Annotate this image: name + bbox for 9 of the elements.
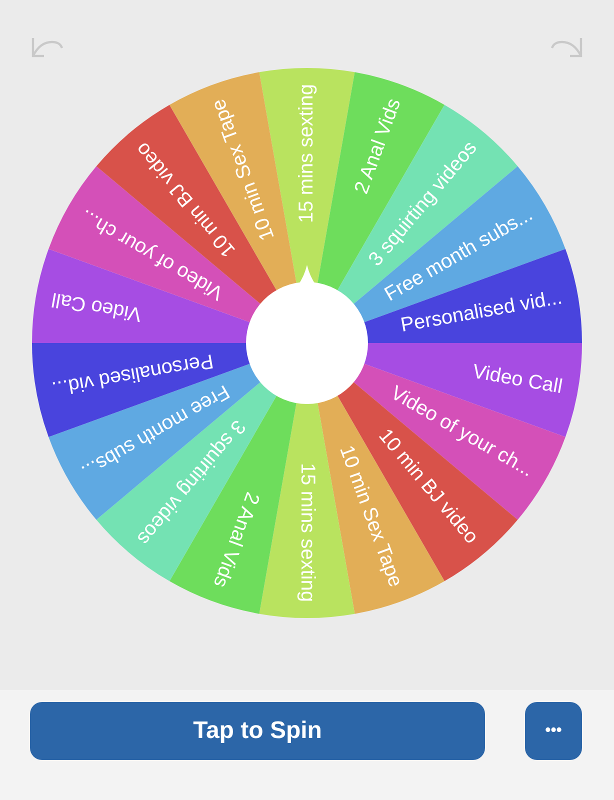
segment-label: 15 mins sexting xyxy=(295,84,318,223)
segment-label: 2 Anal Vids xyxy=(350,96,406,197)
segment-label: 15 mins sexting xyxy=(296,463,319,602)
segment-label: Video Call xyxy=(50,288,144,326)
segment-label: 2 Anal Vids xyxy=(208,489,264,590)
segment-label: Video Call xyxy=(470,360,564,398)
wheel-pointer-hub[interactable] xyxy=(246,265,368,404)
more-button[interactable]: ••• xyxy=(525,702,582,760)
spin-button[interactable]: Tap to Spin xyxy=(30,702,485,760)
